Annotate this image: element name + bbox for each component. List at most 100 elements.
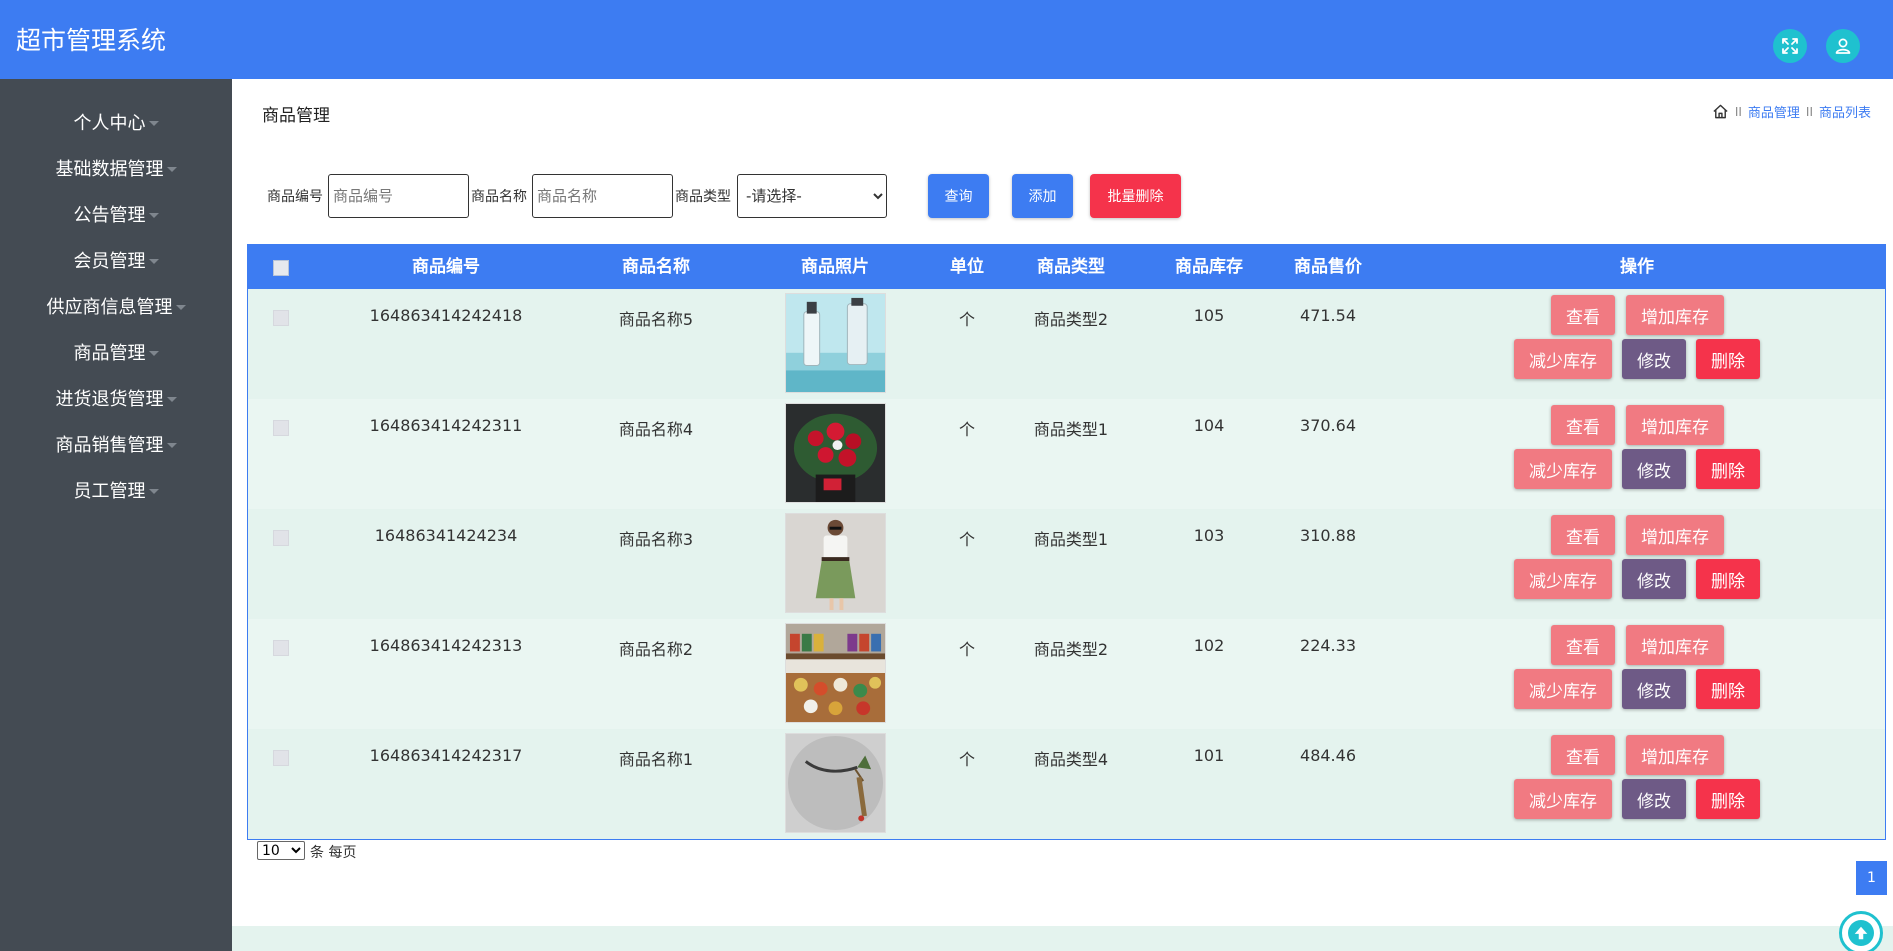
sidebar-item-members[interactable]: 会员管理	[0, 240, 232, 280]
product-name: 商品名称1	[618, 750, 694, 769]
add-stock-button[interactable]: 增加库存	[1626, 625, 1724, 665]
delete-button[interactable]: 删除	[1696, 449, 1760, 489]
product-type: 商品类型1	[1033, 420, 1109, 439]
product-stock: 105	[1193, 306, 1225, 325]
caret-down-icon	[148, 488, 159, 494]
sidebar-item-purchase-return[interactable]: 进货退货管理	[0, 378, 232, 418]
product-unit: 个	[958, 750, 976, 769]
table-header: 商品编号 商品名称 商品照片 单位 商品类型 商品库存 商品售价 操作	[248, 245, 1885, 289]
breadcrumb-separator: II	[1805, 104, 1813, 119]
add-stock-button[interactable]: 增加库存	[1626, 295, 1724, 335]
app-title: 超市管理系统	[16, 26, 167, 55]
query-button[interactable]: 查询	[928, 174, 989, 218]
reduce-stock-button[interactable]: 减少库存	[1514, 559, 1612, 599]
sidebar-item-label: 进货退货管理	[55, 389, 164, 410]
reduce-stock-button[interactable]: 减少库存	[1514, 669, 1612, 709]
add-stock-button[interactable]: 增加库存	[1626, 405, 1724, 445]
type-label: 商品类型	[675, 189, 731, 205]
reduce-stock-button[interactable]: 减少库存	[1514, 449, 1612, 489]
table-row: 164863414242317 商品名称1 个 商品类型4 101 484.46…	[248, 729, 1885, 839]
delete-button[interactable]: 删除	[1696, 339, 1760, 379]
column-header-code: 商品编号	[412, 257, 480, 277]
caret-down-icon	[166, 396, 177, 402]
edit-button[interactable]: 修改	[1622, 779, 1686, 819]
edit-button[interactable]: 修改	[1622, 449, 1686, 489]
reduce-stock-button[interactable]: 减少库存	[1514, 779, 1612, 819]
product-unit: 个	[958, 530, 976, 549]
sidebar: 个人中心 基础数据管理 公告管理 会员管理 供应商信息管理 商品管理 进货退货管…	[0, 79, 232, 951]
edit-button[interactable]: 修改	[1622, 559, 1686, 599]
type-select[interactable]: -请选择-	[737, 174, 887, 218]
sidebar-item-label: 基础数据管理	[55, 159, 164, 180]
name-input[interactable]	[532, 174, 673, 218]
batch-delete-button[interactable]: 批量删除	[1090, 174, 1181, 218]
add-stock-button[interactable]: 增加库存	[1626, 515, 1724, 555]
breadcrumb-separator: II	[1734, 104, 1742, 119]
add-stock-button[interactable]: 增加库存	[1626, 735, 1724, 775]
product-table: 商品编号 商品名称 商品照片 单位 商品类型 商品库存 商品售价 操作 1648…	[247, 244, 1886, 840]
product-code: 164863414242311	[369, 416, 523, 435]
caret-down-icon	[148, 120, 159, 126]
add-button[interactable]: 添加	[1012, 174, 1073, 218]
edit-button[interactable]: 修改	[1622, 339, 1686, 379]
page-size-label: 条 每页	[310, 845, 357, 861]
page-size-select[interactable]: 10	[257, 841, 305, 860]
product-type: 商品类型2	[1033, 640, 1109, 659]
reduce-stock-button[interactable]: 减少库存	[1514, 339, 1612, 379]
row-checkbox[interactable]	[273, 750, 289, 766]
table-row: 164863414242311 商品名称4 个 商品类型1 104 370.64…	[248, 399, 1885, 509]
name-label: 商品名称	[471, 189, 527, 205]
edit-button[interactable]: 修改	[1622, 669, 1686, 709]
product-photo	[785, 733, 886, 833]
sidebar-item-notices[interactable]: 公告管理	[0, 194, 232, 234]
caret-down-icon	[175, 304, 186, 310]
sidebar-item-sales[interactable]: 商品销售管理	[0, 424, 232, 464]
view-button[interactable]: 查看	[1551, 515, 1615, 555]
product-unit: 个	[958, 420, 976, 439]
row-checkbox[interactable]	[273, 420, 289, 436]
caret-down-icon	[166, 442, 177, 448]
caret-down-icon	[148, 350, 159, 356]
sidebar-item-suppliers[interactable]: 供应商信息管理	[0, 286, 232, 326]
caret-down-icon	[148, 212, 159, 218]
footer-band	[232, 926, 1893, 951]
home-icon[interactable]	[1712, 103, 1729, 120]
view-button[interactable]: 查看	[1551, 625, 1615, 665]
fashion-outfit-image	[786, 514, 885, 612]
delete-button[interactable]: 删除	[1696, 779, 1760, 819]
scroll-to-top-button[interactable]	[1839, 911, 1883, 951]
sidebar-item-personal-center[interactable]: 个人中心	[0, 102, 232, 142]
column-header-actions: 操作	[1620, 257, 1654, 277]
user-button[interactable]	[1826, 29, 1860, 63]
view-button[interactable]: 查看	[1551, 405, 1615, 445]
select-all-checkbox[interactable]	[273, 260, 289, 276]
product-stock: 101	[1193, 746, 1225, 765]
sidebar-item-staff[interactable]: 员工管理	[0, 470, 232, 510]
code-label: 商品编号	[267, 189, 323, 205]
rose-bouquet-image	[786, 404, 885, 502]
column-header-unit: 单位	[950, 257, 984, 277]
page-number-button[interactable]: 1	[1856, 861, 1887, 895]
fullscreen-button[interactable]	[1773, 29, 1807, 63]
row-checkbox[interactable]	[273, 310, 289, 326]
product-name: 商品名称5	[618, 310, 694, 329]
view-button[interactable]: 查看	[1551, 295, 1615, 335]
sidebar-item-products[interactable]: 商品管理	[0, 332, 232, 372]
column-header-type: 商品类型	[1037, 257, 1105, 277]
row-checkbox[interactable]	[273, 640, 289, 656]
view-button[interactable]: 查看	[1551, 735, 1615, 775]
caret-down-icon	[166, 166, 177, 172]
column-header-price: 商品售价	[1294, 257, 1362, 277]
row-checkbox[interactable]	[273, 530, 289, 546]
delete-button[interactable]: 删除	[1696, 669, 1760, 709]
breadcrumb-product-list[interactable]: 商品列表	[1819, 102, 1871, 121]
breadcrumb: II 商品管理 II 商品列表	[1712, 102, 1871, 121]
delete-button[interactable]: 删除	[1696, 559, 1760, 599]
cosmetics-bottles-image	[786, 294, 885, 392]
sidebar-item-label: 商品管理	[73, 343, 146, 364]
product-price: 484.46	[1300, 746, 1356, 765]
code-input[interactable]	[328, 174, 469, 218]
sidebar-item-basic-data[interactable]: 基础数据管理	[0, 148, 232, 188]
breadcrumb-product-management[interactable]: 商品管理	[1748, 102, 1800, 121]
product-stock: 102	[1193, 636, 1225, 655]
